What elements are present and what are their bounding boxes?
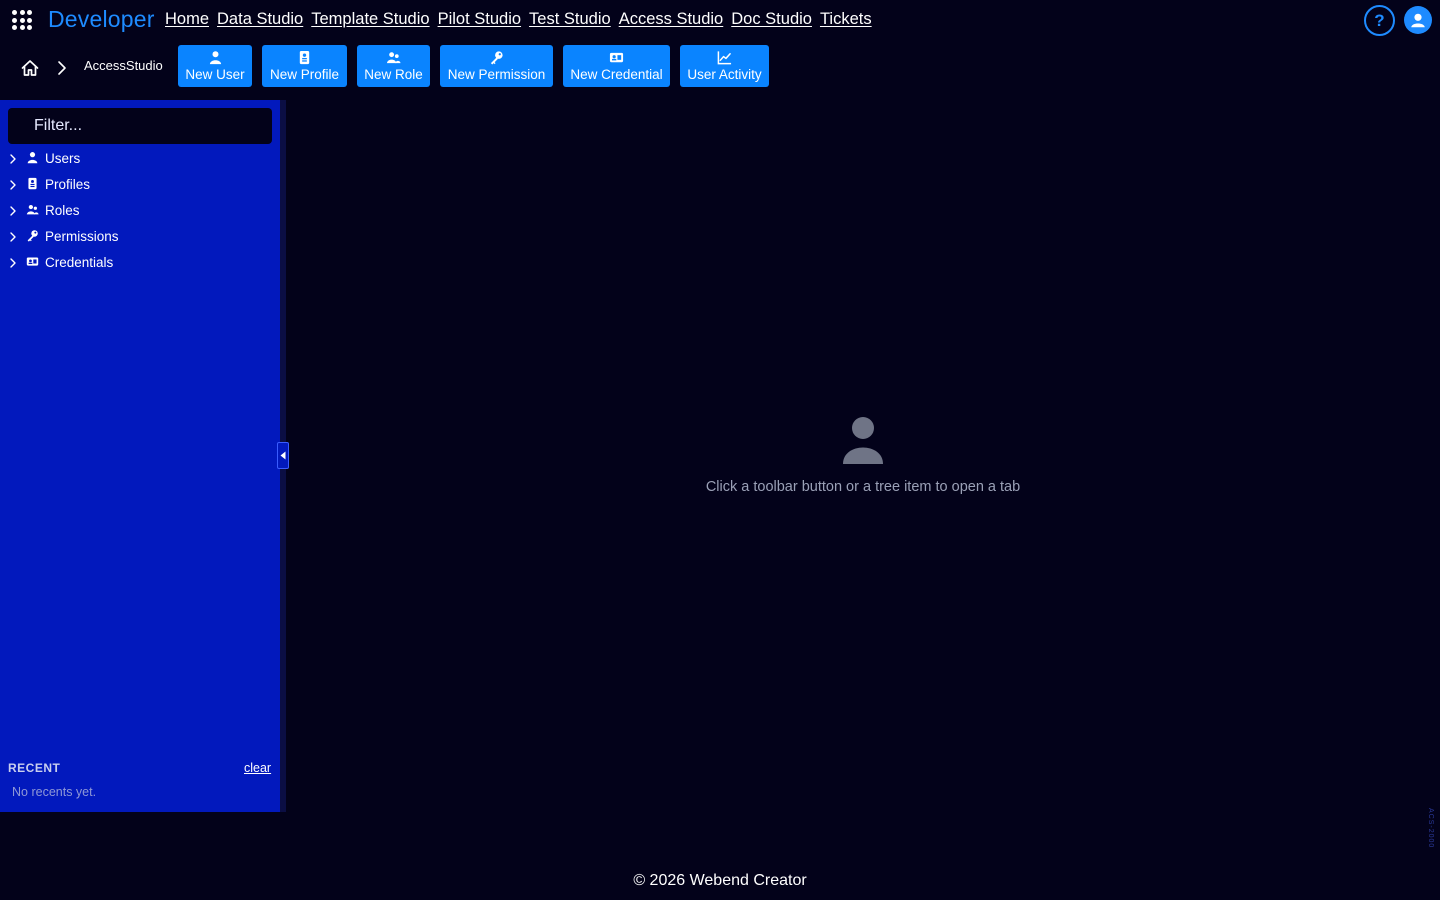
profile-icon <box>28 177 37 190</box>
filter-input[interactable] <box>8 108 272 144</box>
key-icon <box>27 230 38 242</box>
nav-tickets[interactable]: Tickets <box>820 10 872 29</box>
key-icon <box>490 51 503 65</box>
new-credential-button[interactable]: New Credential <box>563 45 670 87</box>
nav-access-studio[interactable]: Access Studio <box>619 10 724 29</box>
help-button[interactable]: ? <box>1364 5 1395 36</box>
empty-state-message: Click a toolbar button or a tree item to… <box>705 479 1021 495</box>
new-role-button[interactable]: New Role <box>357 45 430 87</box>
chevron-right-icon[interactable] <box>9 153 17 165</box>
recent-clear-link[interactable]: clear <box>244 761 271 775</box>
new-permission-button[interactable]: New Permission <box>440 45 553 87</box>
credential-icon <box>26 257 39 266</box>
tree-item-credentials[interactable]: Credentials <box>0 250 280 276</box>
user-activity-label: User Activity <box>687 67 762 82</box>
tree: Users Profiles Roles Permissions Credent… <box>0 146 280 276</box>
main-empty-state: Click a toolbar button or a tree item to… <box>640 416 1086 495</box>
tree-item-label: Profiles <box>45 177 91 192</box>
new-user-button[interactable]: New User <box>178 45 252 87</box>
nav-data-studio[interactable]: Data Studio <box>217 10 303 29</box>
tree-item-roles[interactable]: Roles <box>0 198 280 224</box>
chevron-right-icon[interactable] <box>9 205 17 217</box>
user-icon <box>27 152 38 164</box>
nav-test-studio[interactable]: Test Studio <box>529 10 611 29</box>
tree-item-profiles[interactable]: Profiles <box>0 172 280 198</box>
role-icon <box>386 52 401 64</box>
sidebar-collapse-button[interactable] <box>277 442 289 469</box>
user-icon <box>1411 13 1425 28</box>
top-bar: Developer Home Data Studio Template Stud… <box>0 0 1440 40</box>
tree-item-users[interactable]: Users <box>0 146 280 172</box>
nav-pilot-studio[interactable]: Pilot Studio <box>438 10 521 29</box>
new-profile-button[interactable]: New Profile <box>262 45 347 87</box>
tree-item-label: Credentials <box>45 255 114 270</box>
nav-home[interactable]: Home <box>165 10 209 29</box>
brand-title[interactable]: Developer <box>48 6 155 33</box>
tree-item-label: Users <box>45 151 81 166</box>
chevron-right-icon[interactable] <box>9 231 17 243</box>
user-activity-button[interactable]: User Activity <box>680 45 769 87</box>
footer-copyright: © 2026 Webend Creator <box>633 872 807 889</box>
chart-line-icon <box>717 51 732 65</box>
credential-icon <box>609 52 624 63</box>
profile-icon <box>299 50 310 65</box>
version-tag: ACS-2000 <box>1427 808 1434 849</box>
apps-grid-icon[interactable] <box>12 10 32 30</box>
new-profile-label: New Profile <box>269 67 340 82</box>
user-placeholder-icon <box>843 417 883 464</box>
chevron-right-icon <box>58 61 66 75</box>
new-role-label: New Role <box>364 67 423 82</box>
nav-template-studio[interactable]: Template Studio <box>311 10 429 29</box>
tree-item-label: Roles <box>45 203 80 218</box>
account-button[interactable] <box>1404 6 1432 34</box>
recent-heading: RECENT <box>8 761 61 775</box>
recent-empty-text: No recents yet. <box>12 785 97 799</box>
main-nav: Home Data Studio Template Studio Pilot S… <box>165 10 872 29</box>
home-icon[interactable] <box>20 58 40 78</box>
new-user-label: New User <box>185 67 245 82</box>
chevron-right-icon[interactable] <box>9 179 17 191</box>
nav-doc-studio[interactable]: Doc Studio <box>731 10 812 29</box>
user-icon <box>209 51 221 65</box>
tree-item-label: Permissions <box>45 229 119 244</box>
caret-left-icon <box>280 451 286 460</box>
new-credential-label: New Credential <box>570 67 663 82</box>
new-permission-label: New Permission <box>447 67 546 82</box>
sidebar: Users Profiles Roles Permissions Credent… <box>0 100 280 812</box>
chevron-right-icon[interactable] <box>9 257 17 269</box>
breadcrumb-current: AccessStudio <box>84 58 163 73</box>
breadcrumb: AccessStudio <box>20 56 163 80</box>
tree-item-permissions[interactable]: Permissions <box>0 224 280 250</box>
role-icon <box>26 204 39 215</box>
